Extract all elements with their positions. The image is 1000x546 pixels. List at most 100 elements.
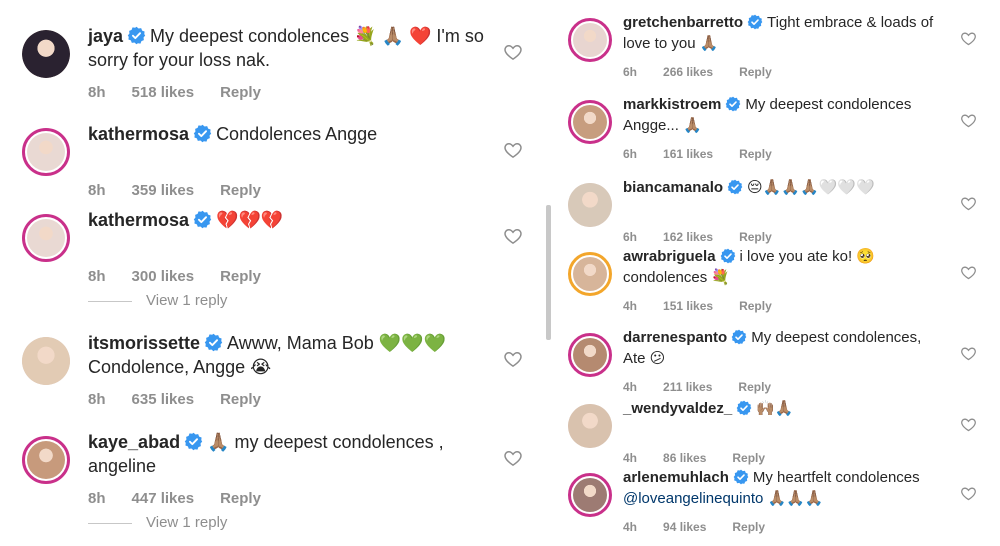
view-replies-label[interactable]: View 1 reply	[146, 514, 227, 531]
verified-badge-icon	[204, 333, 223, 357]
comment-meta: 4h 86 likes Reply	[623, 451, 791, 465]
comment-meta: 8h 447 likes Reply	[88, 490, 287, 507]
comment-body: itsmorissette Awww, Mama Bob 💚💚💚 Condolen…	[88, 333, 489, 378]
avatar[interactable]	[568, 18, 612, 62]
reply-button[interactable]: Reply	[220, 391, 261, 408]
likes-count[interactable]: 151 likes	[663, 299, 713, 313]
comment-meta: 6h 266 likes Reply	[623, 65, 798, 79]
scrollbar[interactable]	[546, 205, 551, 340]
avatar-photo	[573, 23, 607, 57]
comment-body: _wendyvaldez_ 🙌🏽🙏🏽	[623, 400, 946, 421]
username-link[interactable]: jaya	[88, 26, 123, 46]
avatar-photo	[573, 105, 607, 139]
reply-button[interactable]: Reply	[220, 268, 261, 285]
comment-body: biancamanalo 😔🙏🏽🙏🏽🙏🏽🤍🤍🤍	[623, 179, 946, 200]
reply-button[interactable]: Reply	[732, 451, 765, 465]
comment-meta: 6h 161 likes Reply	[623, 147, 798, 161]
verified-badge-icon	[736, 400, 752, 421]
reply-button[interactable]: Reply	[220, 84, 261, 101]
avatar[interactable]	[568, 404, 612, 448]
likes-count[interactable]: 635 likes	[132, 391, 195, 408]
comment-text: Condolences Angge	[216, 124, 378, 144]
username-link[interactable]: kathermosa	[88, 124, 189, 144]
reply-button[interactable]: Reply	[739, 147, 772, 161]
mention-link[interactable]: @loveangelinequinto	[623, 490, 763, 507]
username-link[interactable]: kaye_abad	[88, 432, 180, 452]
avatar[interactable]	[22, 128, 70, 176]
reply-button[interactable]: Reply	[739, 65, 772, 79]
reply-button[interactable]: Reply	[732, 520, 765, 534]
timestamp: 6h	[623, 147, 638, 161]
timestamp: 4h	[623, 451, 638, 465]
username-link[interactable]: awrabriguela	[623, 248, 716, 265]
like-heart-icon[interactable]	[960, 264, 977, 286]
username-link[interactable]: gretchenbarretto	[623, 14, 743, 31]
likes-count[interactable]: 300 likes	[132, 268, 195, 285]
reply-button[interactable]: Reply	[739, 230, 772, 244]
reply-button[interactable]: Reply	[220, 490, 261, 507]
verified-badge-icon	[720, 248, 736, 269]
timestamp: 6h	[623, 230, 638, 244]
timestamp: 6h	[623, 65, 638, 79]
avatar[interactable]	[568, 100, 612, 144]
timestamp: 8h	[88, 490, 106, 507]
username-link[interactable]: kathermosa	[88, 210, 189, 230]
avatar[interactable]	[22, 337, 70, 385]
like-heart-icon[interactable]	[960, 416, 977, 438]
likes-count[interactable]: 211 likes	[663, 380, 712, 394]
like-heart-icon[interactable]	[960, 345, 977, 367]
avatar[interactable]	[22, 436, 70, 484]
like-heart-icon[interactable]	[503, 226, 523, 251]
comment-body: kathermosa Condolences Angge	[88, 124, 489, 148]
reply-button[interactable]: Reply	[738, 380, 771, 394]
likes-count[interactable]: 86 likes	[663, 451, 706, 465]
avatar[interactable]	[22, 30, 70, 78]
like-heart-icon[interactable]	[503, 448, 523, 473]
avatar[interactable]	[568, 333, 612, 377]
timestamp: 8h	[88, 268, 106, 285]
like-heart-icon[interactable]	[960, 30, 977, 52]
likes-count[interactable]: 162 likes	[663, 230, 713, 244]
likes-count[interactable]: 359 likes	[132, 182, 195, 199]
comment-body: darrenespanto My deepest condolences, Ate…	[623, 329, 946, 368]
like-heart-icon[interactable]	[503, 140, 523, 165]
timestamp: 8h	[88, 84, 106, 101]
verified-badge-icon	[725, 96, 741, 117]
avatar[interactable]	[568, 252, 612, 296]
like-heart-icon[interactable]	[960, 485, 977, 507]
timestamp: 8h	[88, 391, 106, 408]
reply-button[interactable]: Reply	[220, 182, 261, 199]
comment-text: 💔💔💔	[216, 210, 284, 230]
likes-count[interactable]: 518 likes	[132, 84, 195, 101]
likes-count[interactable]: 94 likes	[663, 520, 706, 534]
username-link[interactable]: _wendyvaldez_	[623, 400, 732, 417]
username-link[interactable]: itsmorissette	[88, 333, 200, 353]
comment-body: markkistroem My deepest condolences Angge…	[623, 96, 946, 135]
avatar-photo	[27, 441, 65, 479]
view-replies-button[interactable]: View 1 reply	[88, 514, 227, 531]
like-heart-icon[interactable]	[960, 112, 977, 134]
avatar-photo	[22, 30, 70, 78]
username-link[interactable]: biancamanalo	[623, 179, 723, 196]
avatar-photo	[573, 338, 607, 372]
likes-count[interactable]: 447 likes	[132, 490, 195, 507]
username-link[interactable]: markkistroem	[623, 96, 721, 113]
like-heart-icon[interactable]	[503, 42, 523, 67]
like-heart-icon[interactable]	[960, 195, 977, 217]
comment-meta: 6h 162 likes Reply	[623, 230, 798, 244]
avatar[interactable]	[568, 183, 612, 227]
verified-badge-icon	[127, 26, 146, 50]
view-replies-label[interactable]: View 1 reply	[146, 292, 227, 309]
like-heart-icon[interactable]	[503, 349, 523, 374]
avatar[interactable]	[568, 473, 612, 517]
avatar[interactable]	[22, 214, 70, 262]
left-comments-panel: jaya My deepest condolences 💐 🙏🏽 ❤️ I'm s…	[0, 0, 548, 546]
username-link[interactable]: darrenespanto	[623, 329, 727, 346]
reply-button[interactable]: Reply	[739, 299, 772, 313]
timestamp: 4h	[623, 520, 638, 534]
view-replies-button[interactable]: View 1 reply	[88, 292, 227, 309]
avatar-photo	[568, 183, 612, 227]
likes-count[interactable]: 266 likes	[663, 65, 713, 79]
username-link[interactable]: arlenemuhlach	[623, 469, 729, 486]
likes-count[interactable]: 161 likes	[663, 147, 713, 161]
